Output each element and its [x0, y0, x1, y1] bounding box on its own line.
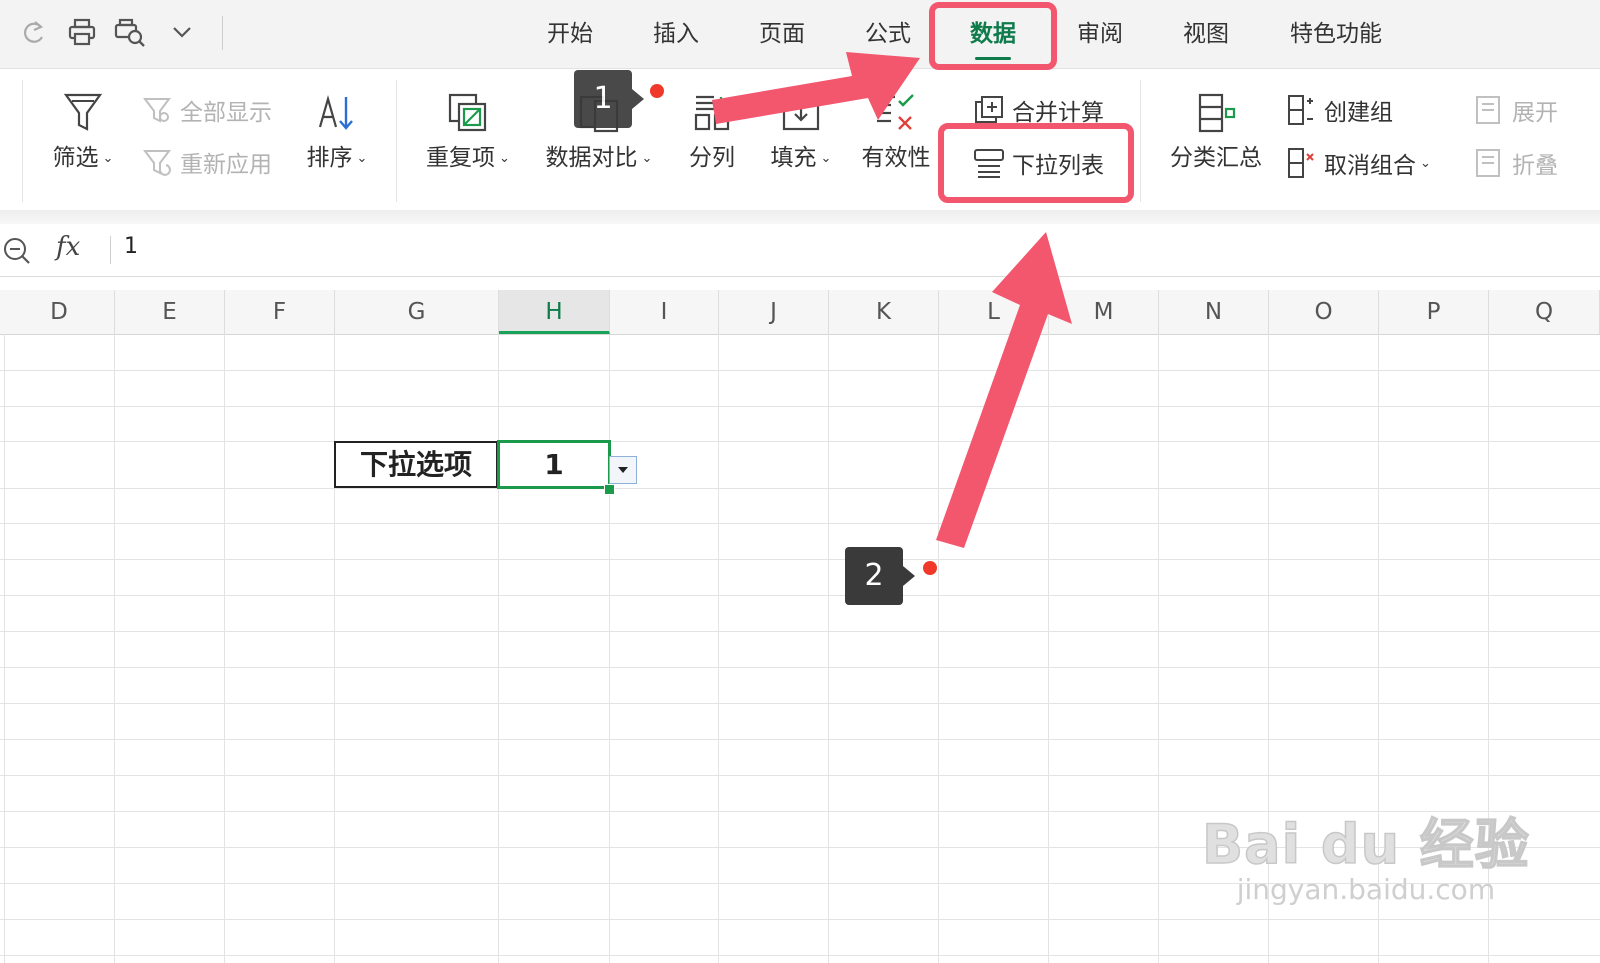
watermark-logo: Bai du 经验 [1201, 812, 1530, 877]
watermark-url: jingyan.baidu.com [1236, 873, 1496, 906]
step-badge-1: 1 [574, 70, 644, 128]
baidu-watermark: Bai du 经验 jingyan.baidu.com [1201, 800, 1530, 906]
data-tab-highlight [929, 2, 1057, 70]
dropdown-list-highlight [938, 123, 1134, 203]
step-dot-2 [923, 561, 937, 575]
step-dot-1 [650, 84, 664, 98]
step-badge-2: 2 [845, 547, 915, 605]
